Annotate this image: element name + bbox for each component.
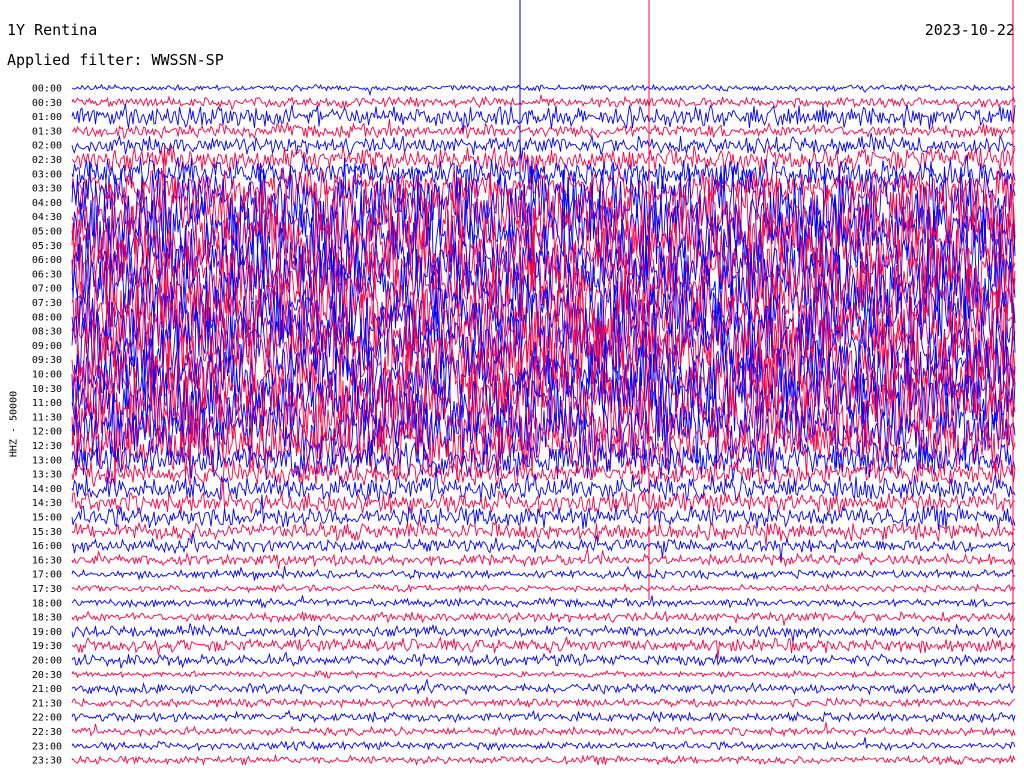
row-time-label: 15:00	[32, 513, 62, 524]
trace-line	[71, 737, 1016, 752]
time-labels: 00:00 00:30 01:00 01:30 02:00 02:30 03:00 03:30…	[32, 84, 62, 767]
row-time-label: 06:30	[32, 269, 62, 280]
row-time-label: 18:30	[32, 613, 62, 624]
row-time-label: 00:00	[32, 84, 62, 95]
row-time-label: 07:30	[32, 298, 62, 309]
row-time-label: 03:30	[32, 184, 62, 195]
row-time-label: 07:00	[32, 284, 62, 295]
row-time-label: 02:30	[32, 155, 62, 166]
row-time-label: 21:00	[32, 684, 62, 695]
trace-line	[71, 669, 1016, 680]
trace-line	[71, 753, 1016, 767]
trace-line	[71, 104, 1016, 135]
trace-line	[71, 623, 1016, 643]
seismogram-plot: 00:00 00:30 01:00 01:30 02:00 02:30 03:00 03:30…	[32, 0, 1016, 767]
row-time-label: 23:00	[32, 741, 62, 752]
trace-line	[71, 595, 1016, 609]
row-time-label: 16:00	[32, 541, 62, 552]
row-time-label: 19:30	[32, 641, 62, 652]
row-time-label: 03:00	[32, 169, 62, 180]
trace-line	[71, 83, 1016, 97]
row-time-label: 10:00	[32, 370, 62, 381]
trace-line	[71, 566, 1016, 581]
row-time-label: 12:30	[32, 441, 62, 452]
trace-group	[71, 0, 1016, 767]
row-time-label: 12:00	[32, 427, 62, 438]
trace-line	[71, 118, 1016, 140]
row-time-label: 11:00	[32, 398, 62, 409]
row-time-label: 04:00	[32, 198, 62, 209]
trace-line	[71, 132, 1016, 161]
row-time-label: 16:30	[32, 555, 62, 566]
row-time-label: 14:00	[32, 484, 62, 495]
trace-line	[71, 709, 1016, 724]
trace-line	[71, 651, 1016, 669]
row-time-label: 13:30	[32, 470, 62, 481]
row-time-label: 22:00	[32, 713, 62, 724]
row-time-label: 22:30	[32, 727, 62, 738]
row-time-label: 23:30	[32, 756, 62, 767]
row-time-label: 08:30	[32, 327, 62, 338]
row-time-label: 05:00	[32, 227, 62, 238]
row-time-label: 01:00	[32, 112, 62, 123]
row-time-label: 09:00	[32, 341, 62, 352]
row-time-label: 13:00	[32, 455, 62, 466]
row-time-label: 00:30	[32, 98, 62, 109]
row-time-label: 18:00	[32, 598, 62, 609]
trace-line	[71, 610, 1016, 626]
row-time-label: 02:00	[32, 141, 62, 152]
trace-line	[71, 696, 1016, 710]
row-time-label: 06:00	[32, 255, 62, 266]
trace-line	[71, 722, 1016, 738]
row-time-label: 05:30	[32, 241, 62, 252]
row-time-label: 20:00	[32, 656, 62, 667]
row-time-label: 08:00	[32, 312, 62, 323]
row-time-label: 09:30	[32, 355, 62, 366]
trace-line	[71, 94, 1016, 111]
trace-line	[71, 548, 1016, 570]
row-time-label: 04:30	[32, 212, 62, 223]
row-time-label: 21:30	[32, 698, 62, 709]
row-time-label: 20:30	[32, 670, 62, 681]
row-time-label: 17:30	[32, 584, 62, 595]
row-time-label: 10:30	[32, 384, 62, 395]
row-time-label: 17:00	[32, 570, 62, 581]
trace-line	[71, 532, 1016, 562]
trace-line	[71, 582, 1016, 594]
row-time-label: 01:30	[32, 126, 62, 137]
row-time-label: 11:30	[32, 412, 62, 423]
trace-line	[71, 678, 1016, 697]
row-time-label: 14:30	[32, 498, 62, 509]
trace-line	[71, 478, 1016, 515]
row-time-label: 19:00	[32, 627, 62, 638]
row-time-label: 15:30	[32, 527, 62, 538]
